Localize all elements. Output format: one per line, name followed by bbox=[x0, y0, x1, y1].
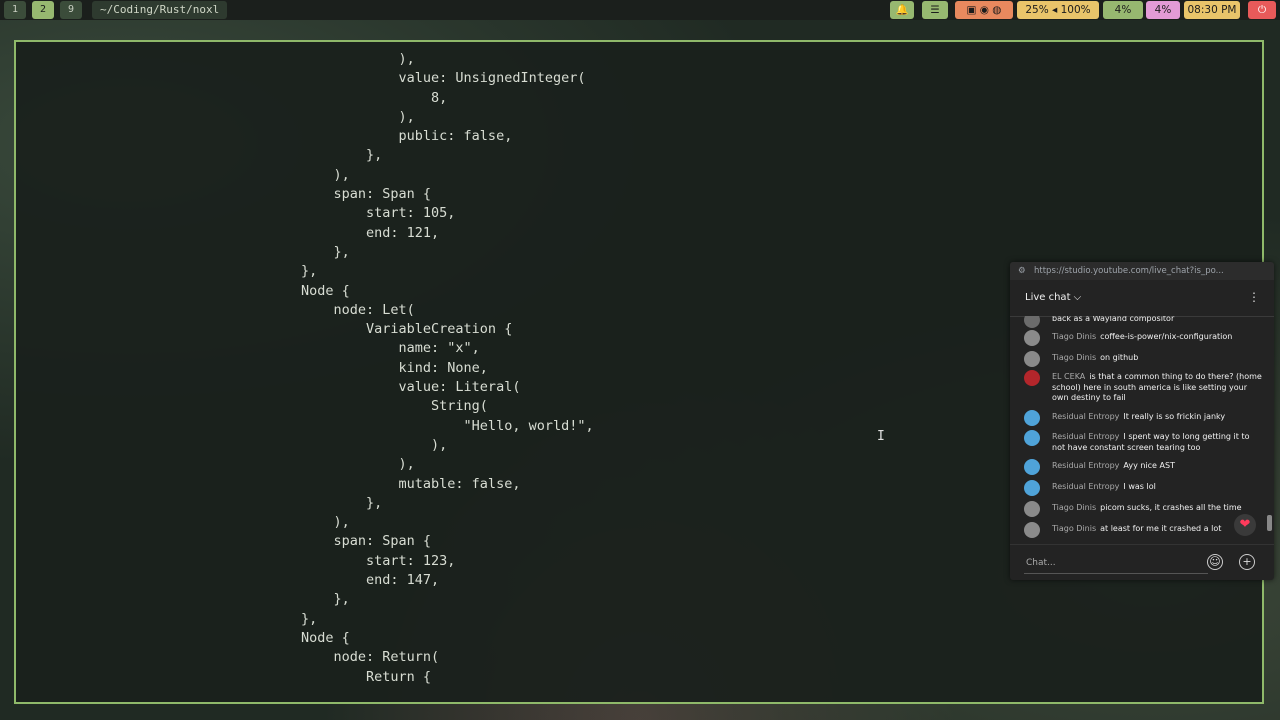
avatar[interactable] bbox=[1024, 370, 1040, 386]
code-line: "Hello, world!", bbox=[301, 417, 594, 434]
memory-status: 4% bbox=[1146, 1, 1180, 19]
code-line: ), bbox=[301, 436, 448, 453]
code-line: }, bbox=[301, 494, 383, 511]
message-text: Ayy nice AST bbox=[1123, 461, 1175, 470]
message-body: EL CEKA is that a common thing to do ther… bbox=[1052, 372, 1262, 404]
message-text: back as a Wayland compositor bbox=[1052, 316, 1175, 323]
settings-sliders-icon[interactable]: ☰ bbox=[922, 1, 948, 19]
code-line: }, bbox=[301, 243, 350, 260]
clock: 08:30 PM bbox=[1184, 1, 1240, 19]
message-text: picom sucks, it crashes all the time bbox=[1100, 503, 1242, 512]
terminal-output: ), value: UnsignedInteger( 8, ), public:… bbox=[301, 50, 594, 687]
message-body: Residual Entropy Ayy nice AST bbox=[1052, 461, 1262, 472]
workspace-1[interactable]: 1 bbox=[4, 1, 26, 19]
code-line: ), bbox=[301, 51, 415, 67]
chat-input-row: ☺ + bbox=[1010, 544, 1274, 580]
code-line: }, bbox=[301, 263, 318, 280]
code-line: span: Span { bbox=[301, 186, 432, 203]
chat-header: Live chat ⌵ ⋮ bbox=[1010, 280, 1274, 317]
avatar[interactable] bbox=[1024, 459, 1040, 475]
code-line: span: Span { bbox=[301, 533, 432, 550]
url-bar[interactable]: ⚙ https://studio.youtube.com/live_chat?i… bbox=[1010, 262, 1274, 280]
code-line: end: 147, bbox=[301, 572, 440, 589]
avatar[interactable] bbox=[1024, 410, 1040, 426]
avatar[interactable] bbox=[1024, 522, 1040, 538]
code-line: node: Return( bbox=[301, 649, 440, 666]
window-title: ~/Coding/Rust/noxl bbox=[92, 1, 228, 19]
message-text: on github bbox=[1100, 353, 1139, 362]
message-author[interactable]: Tiago Dinis bbox=[1052, 524, 1096, 533]
top-bar: 1 2 9 ~/Coding/Rust/noxl 🔔 ☰ ▣ ◉ ◍ 25% ◂… bbox=[0, 0, 1280, 20]
avatar[interactable] bbox=[1024, 330, 1040, 346]
emoji-icon[interactable]: ☺ bbox=[1207, 554, 1223, 570]
message-author[interactable]: Tiago Dinis bbox=[1052, 503, 1096, 512]
power-icon[interactable]: ⏻ bbox=[1248, 1, 1276, 19]
code-line: node: Let( bbox=[301, 301, 415, 318]
code-line: VariableCreation { bbox=[301, 321, 513, 338]
avatar[interactable] bbox=[1024, 430, 1040, 446]
message-body: back as a Wayland compositor bbox=[1052, 316, 1262, 325]
code-line: end: 121, bbox=[301, 224, 440, 241]
message-text: at least for me it crashed a lot bbox=[1100, 524, 1222, 533]
avatar[interactable] bbox=[1024, 501, 1040, 517]
live-chat-dropdown[interactable]: Live chat ⌵ bbox=[1025, 292, 1081, 303]
chat-input[interactable] bbox=[1024, 553, 1208, 574]
code-line: start: 105, bbox=[301, 205, 456, 222]
message-text: It really is so frickin janky bbox=[1123, 412, 1226, 421]
site-settings-icon[interactable]: ⚙ bbox=[1018, 262, 1026, 280]
workspace-2[interactable]: 2 bbox=[32, 1, 54, 19]
tray-apps[interactable]: ▣ ◉ ◍ bbox=[955, 1, 1013, 19]
code-line: Node { bbox=[301, 282, 350, 299]
message-author[interactable]: Tiago Dinis bbox=[1052, 353, 1096, 362]
message-text: coffee-is-power/nix-configuration bbox=[1100, 332, 1233, 341]
code-line: kind: None, bbox=[301, 359, 488, 376]
code-line: ), bbox=[301, 456, 415, 473]
code-line: 8, bbox=[301, 89, 448, 106]
message-text: I was lol bbox=[1123, 482, 1156, 491]
code-line: Node { bbox=[301, 629, 350, 646]
code-line: }, bbox=[301, 147, 383, 164]
code-line: start: 123, bbox=[301, 552, 456, 569]
message-author[interactable]: Residual Entropy bbox=[1052, 461, 1119, 470]
cpu-status: 4% bbox=[1103, 1, 1143, 19]
more-options-icon[interactable]: ⋮ bbox=[1248, 290, 1260, 304]
code-line: name: "x", bbox=[301, 340, 480, 357]
avatar[interactable] bbox=[1024, 316, 1040, 328]
message-body: Residual Entropy It really is so frickin … bbox=[1052, 412, 1262, 423]
url-text: https://studio.youtube.com/live_chat?is_… bbox=[1034, 266, 1224, 276]
message-body: Residual Entropy I spent way to long gett… bbox=[1052, 432, 1262, 453]
message-author[interactable]: EL CEKA bbox=[1052, 372, 1085, 381]
message-list[interactable]: back as a Wayland compositor Tiago Dinis c… bbox=[1010, 316, 1268, 544]
code-line: value: UnsignedInteger( bbox=[301, 70, 586, 87]
message-body: Tiago Dinis picom sucks, it crashes all t… bbox=[1052, 503, 1262, 514]
code-line: mutable: false, bbox=[301, 475, 521, 492]
avatar[interactable] bbox=[1024, 351, 1040, 367]
message-author[interactable]: Residual Entropy bbox=[1052, 482, 1119, 491]
code-line: ), bbox=[301, 166, 350, 183]
message-author[interactable]: Residual Entropy bbox=[1052, 412, 1119, 421]
message-body: Residual Entropy I was lol bbox=[1052, 482, 1262, 493]
code-line: Return { bbox=[301, 668, 432, 685]
heart-reaction-icon[interactable]: ❤ bbox=[1234, 514, 1256, 536]
message-author[interactable]: Tiago Dinis bbox=[1052, 332, 1096, 341]
message-body: Tiago Dinis coffee-is-power/nix-configura… bbox=[1052, 332, 1262, 343]
code-line: }, bbox=[301, 610, 318, 627]
add-icon[interactable]: + bbox=[1239, 554, 1255, 570]
message-author[interactable]: Residual Entropy bbox=[1052, 432, 1119, 441]
code-line: String( bbox=[301, 398, 488, 415]
bell-icon[interactable]: 🔔 bbox=[890, 1, 914, 19]
code-line: public: false, bbox=[301, 128, 513, 145]
code-line: value: Literal( bbox=[301, 379, 521, 396]
code-line: ), bbox=[301, 108, 415, 125]
audio-status[interactable]: 25% ◂ 100% bbox=[1017, 1, 1099, 19]
live-chat-window[interactable]: ⚙ https://studio.youtube.com/live_chat?i… bbox=[1010, 262, 1274, 580]
message-body: Tiago Dinis on github bbox=[1052, 353, 1262, 364]
scrollbar[interactable] bbox=[1267, 515, 1272, 531]
code-line: }, bbox=[301, 591, 350, 608]
message-body: Tiago Dinis at least for me it crashed a … bbox=[1052, 524, 1262, 535]
avatar[interactable] bbox=[1024, 480, 1040, 496]
code-line: ), bbox=[301, 514, 350, 531]
mouse-cursor-icon: I bbox=[877, 429, 885, 444]
workspace-9[interactable]: 9 bbox=[60, 1, 82, 19]
